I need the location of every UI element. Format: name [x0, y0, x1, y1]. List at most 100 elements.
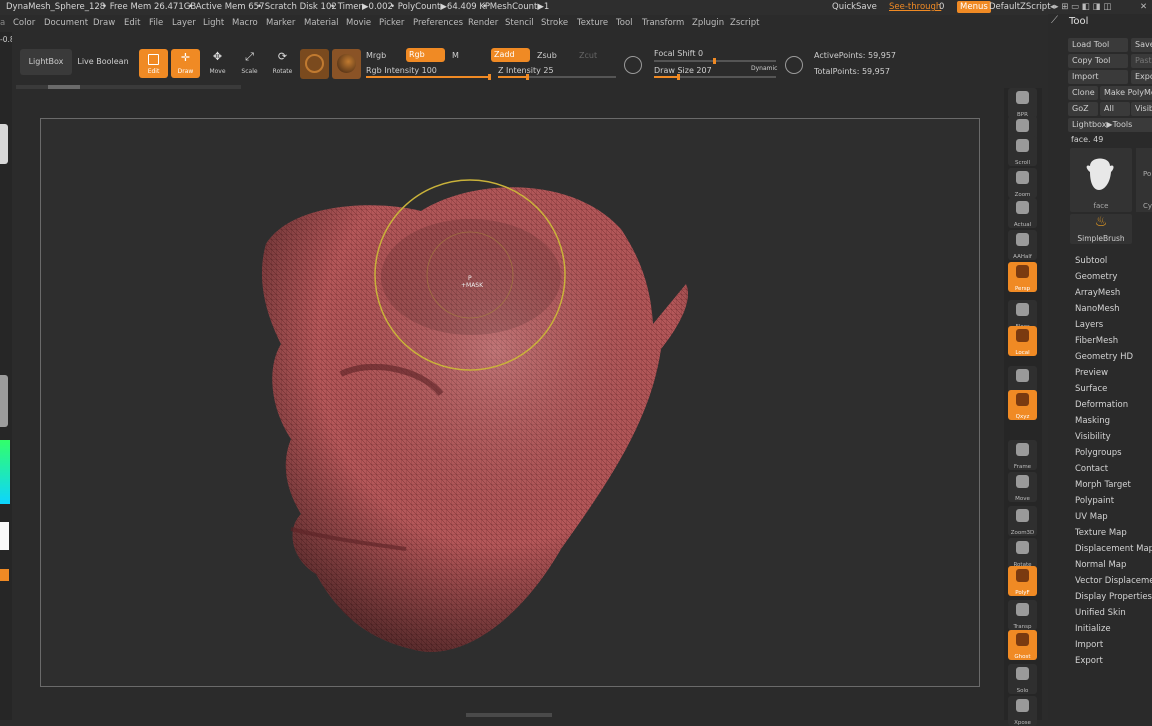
tool-thumbnail-face[interactable]: face	[1070, 148, 1132, 212]
zsub-button[interactable]: Zsub	[537, 51, 557, 60]
tool-menu-unified-skin[interactable]: Unified Skin	[1075, 608, 1126, 618]
menu-draw[interactable]: Draw	[93, 18, 115, 28]
see-through-slider[interactable]: See-through	[889, 2, 941, 12]
tool-menu-uv-map[interactable]: UV Map	[1075, 512, 1108, 522]
bottom-tray-handle[interactable]	[466, 713, 552, 717]
rotate-button[interactable]: ⟳ Rotate	[268, 49, 297, 78]
secondary-color-swatch[interactable]	[0, 569, 9, 581]
rgb-intensity-slider[interactable]	[366, 74, 491, 80]
clone-button[interactable]: Clone	[1068, 86, 1098, 100]
tool-menu-geometry[interactable]: Geometry	[1075, 272, 1117, 282]
tool-menu-visibility[interactable]: Visibility	[1075, 432, 1111, 442]
tool-menu-display-properties[interactable]: Display Properties	[1075, 592, 1152, 602]
rgb-button[interactable]: Rgb	[406, 48, 445, 62]
load-tool-button[interactable]: Load Tool	[1068, 38, 1128, 52]
edit-button[interactable]: Edit	[139, 49, 168, 78]
shelf-zoom-button[interactable]: Zoom	[1008, 168, 1037, 198]
dynamic-toggle[interactable]: Dynamic	[751, 65, 777, 72]
shelf-qxyz-button[interactable]: Qxyz	[1008, 390, 1037, 420]
tool-menu-vector-displacement-map[interactable]: Vector Displacement Map	[1075, 576, 1152, 586]
menu-zplugin[interactable]: Zplugin	[692, 18, 724, 28]
export-tool-button[interactable]: Export	[1131, 70, 1152, 84]
document-canvas[interactable]: P +MASK	[40, 118, 980, 687]
goz-button[interactable]: GoZ	[1068, 102, 1098, 116]
make-polymesh-button[interactable]: Make PolyMesh3D	[1100, 86, 1152, 100]
menu-document[interactable]: Document	[44, 18, 88, 28]
shelf-bpr-button[interactable]: BPR	[1008, 88, 1037, 118]
close-icon[interactable]: ✕	[1140, 2, 1147, 12]
lightbox-tools-button[interactable]: Lightbox▶Tools	[1068, 118, 1152, 132]
shelf-local-button[interactable]: Local	[1008, 326, 1037, 356]
shelf-move-button[interactable]: Move	[1008, 472, 1037, 502]
shelf-solo-button[interactable]: Solo	[1008, 664, 1037, 694]
focal-shift-slider[interactable]	[654, 58, 776, 64]
tool-menu-arraymesh[interactable]: ArrayMesh	[1075, 288, 1120, 298]
tool-menu-layers[interactable]: Layers	[1075, 320, 1103, 330]
tool-menu-displacement-map[interactable]: Displacement Map	[1075, 544, 1152, 554]
shelf-frame-button[interactable]: Frame	[1008, 440, 1037, 470]
menu-marker[interactable]: Marker	[266, 18, 295, 28]
tool-menu-polygroups[interactable]: Polygroups	[1075, 448, 1122, 458]
tool-menu-initialize[interactable]: Initialize	[1075, 624, 1111, 634]
tool-menu-surface[interactable]: Surface	[1075, 384, 1107, 394]
goz-visible-button[interactable]: Visible	[1131, 102, 1152, 116]
scale-button[interactable]: ⤢ Scale	[235, 49, 264, 78]
alpha-menu-fragment[interactable]: a	[0, 18, 5, 28]
menu-stencil[interactable]: Stencil	[505, 18, 534, 28]
tool-menu-nanomesh[interactable]: NanoMesh	[1075, 304, 1120, 314]
shelf-scroll-thumb[interactable]	[48, 85, 80, 89]
menu-movie[interactable]: Movie	[346, 18, 371, 28]
tool-menu-texture-map[interactable]: Texture Map	[1075, 528, 1127, 538]
zcut-button[interactable]: Zcut	[579, 51, 597, 60]
tool-menu-geometry-hd[interactable]: Geometry HD	[1075, 352, 1133, 362]
menu-picker[interactable]: Picker	[379, 18, 404, 28]
material-thumbnail[interactable]	[0, 375, 8, 427]
menu-tool[interactable]: Tool	[616, 18, 633, 28]
shelf-transp-button[interactable]: Transp	[1008, 600, 1037, 630]
shelf-xpose-button[interactable]: Xpose	[1008, 696, 1037, 726]
copy-tool-button[interactable]: Copy Tool	[1068, 54, 1128, 68]
goz-all-button[interactable]: All	[1100, 102, 1130, 116]
sculpt-viewport[interactable]	[41, 119, 980, 687]
tool-thumbnail-po[interactable]: Po Cy	[1136, 148, 1152, 212]
zadd-button[interactable]: Zadd	[491, 48, 530, 62]
brush-thumbnail[interactable]	[0, 124, 8, 164]
color-picker[interactable]	[0, 440, 10, 504]
menu-layer[interactable]: Layer	[172, 18, 196, 28]
tool-menu-masking[interactable]: Masking	[1075, 416, 1110, 426]
shelf-persp-button[interactable]: Persp	[1008, 262, 1037, 292]
window-controls-icon[interactable]: ◂▸ ⊞ ▭ ◧ ◨ ◫	[1050, 2, 1111, 12]
menu-zscript[interactable]: Zscript	[730, 18, 760, 28]
shelf-polyf-button[interactable]: PolyF	[1008, 566, 1037, 596]
menu-light[interactable]: Light	[203, 18, 224, 28]
shelf-scroll-button[interactable]: Scroll	[1008, 136, 1037, 166]
menu-preferences[interactable]: Preferences	[413, 18, 463, 28]
z-intensity-slider[interactable]	[498, 74, 616, 80]
tool-menu-export[interactable]: Export	[1075, 656, 1103, 666]
move-button[interactable]: ✥ Move	[203, 49, 232, 78]
menu-file[interactable]: File	[149, 18, 163, 28]
shelf-scrollbar[interactable]	[16, 85, 241, 89]
draw-size-icon[interactable]	[785, 56, 803, 74]
live-boolean-button[interactable]: Live Boolean	[76, 49, 130, 75]
tool-palette-pin-icon[interactable]: ⟋	[1051, 15, 1058, 26]
menu-render[interactable]: Render	[468, 18, 498, 28]
default-zscript-button[interactable]: DefaultZScript	[989, 2, 1051, 12]
tool-menu-deformation[interactable]: Deformation	[1075, 400, 1128, 410]
menu-material[interactable]: Material	[304, 18, 339, 28]
menu-texture[interactable]: Texture	[577, 18, 608, 28]
lightbox-button[interactable]: LightBox	[20, 49, 72, 75]
tool-menu-import[interactable]: Import	[1075, 640, 1103, 650]
material-button[interactable]	[300, 49, 329, 79]
quicksave-button[interactable]: QuickSave	[832, 2, 877, 12]
tool-menu-preview[interactable]: Preview	[1075, 368, 1108, 378]
paste-tool-button[interactable]: Paste	[1131, 54, 1152, 68]
head-mesh[interactable]	[261, 187, 689, 652]
draw-size-slider[interactable]	[654, 74, 776, 80]
main-color-swatch[interactable]	[0, 522, 9, 550]
tool-thumbnail-simplebrush[interactable]: ♨ SimpleBrush	[1070, 214, 1132, 244]
focal-shift-icon[interactable]	[624, 56, 642, 74]
tool-menu-contact[interactable]: Contact	[1075, 464, 1108, 474]
menus-button[interactable]: Menus	[957, 1, 991, 13]
menu-stroke[interactable]: Stroke	[541, 18, 568, 28]
